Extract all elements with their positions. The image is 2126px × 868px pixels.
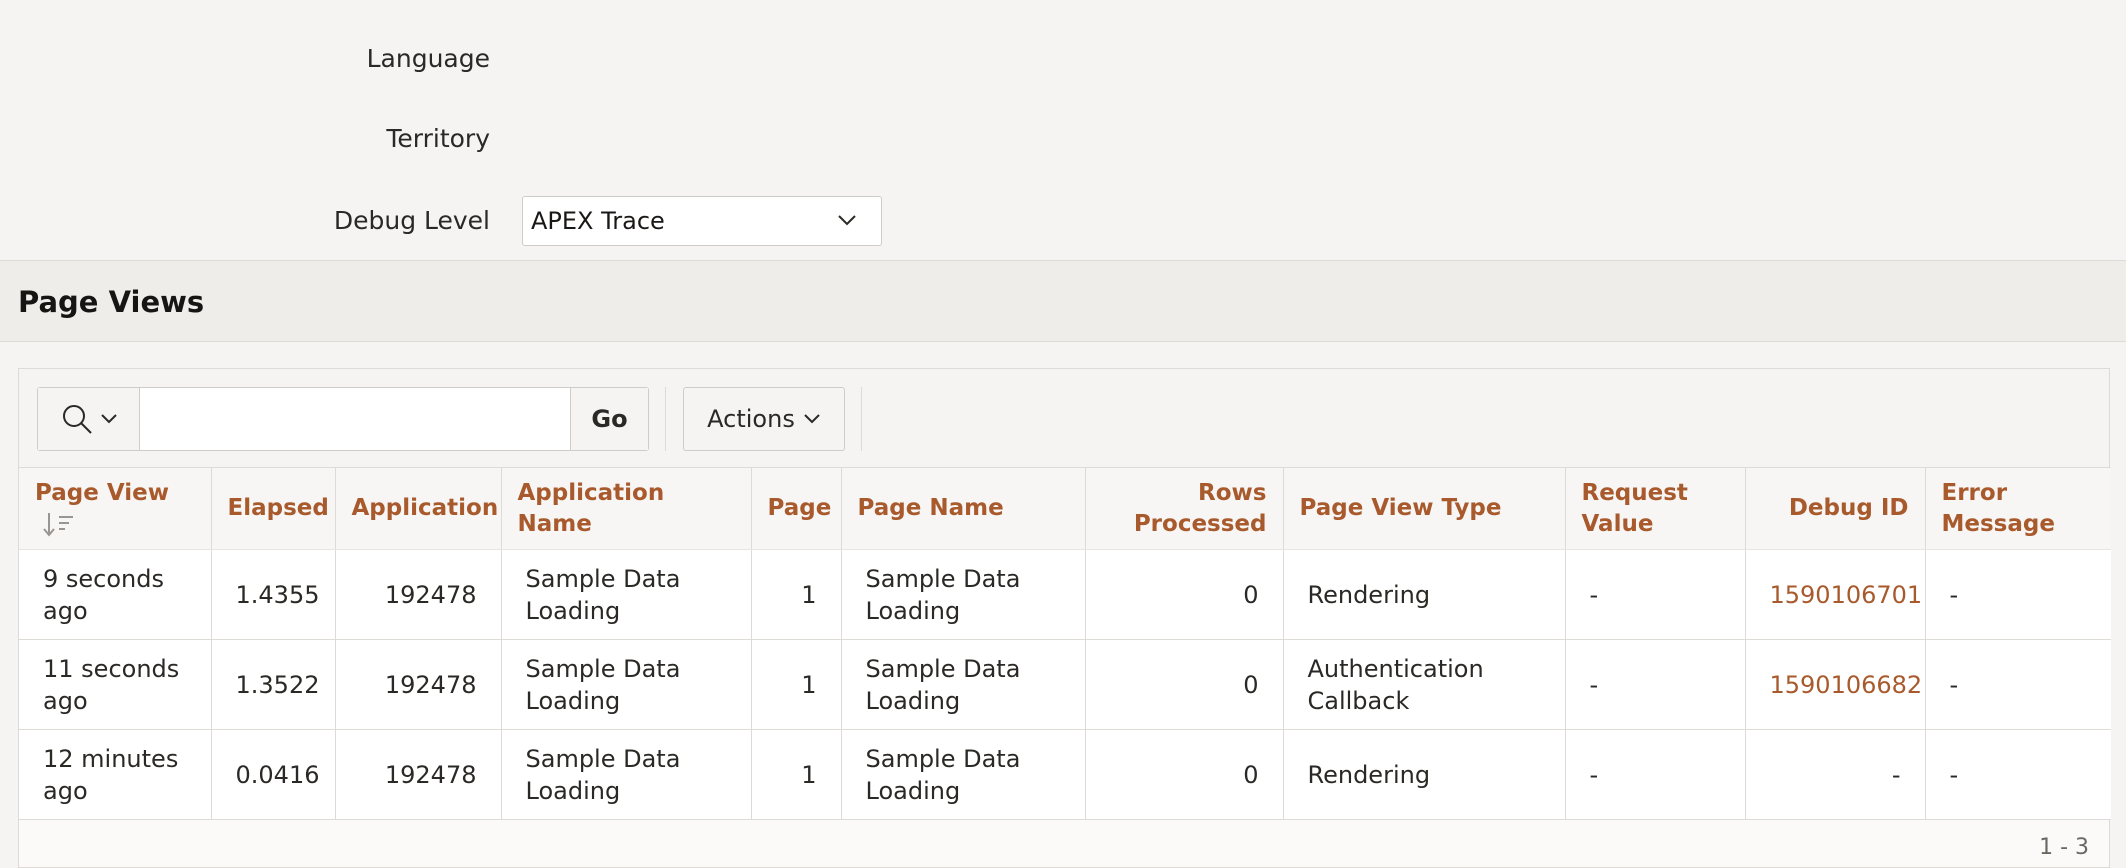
cell-application: 192478: [335, 549, 502, 640]
cell-debug-id: 1590106682: [1745, 639, 1926, 730]
column-header-page-view[interactable]: Page View: [19, 467, 212, 550]
sort-descending-icon[interactable]: [41, 510, 75, 538]
search-column-button[interactable]: [38, 388, 140, 450]
cell-rows-processed: 0: [1085, 639, 1284, 730]
cell-error-message: -: [1925, 729, 2111, 820]
go-button[interactable]: Go: [570, 388, 648, 450]
cell-page-view-type: Rendering: [1283, 729, 1566, 820]
page-views-table: Page View Elapsed Application Applicatio…: [19, 467, 2111, 820]
cell-page: 1: [751, 549, 842, 640]
cell-application: 192478: [335, 639, 502, 730]
cell-page-view: 9 seconds ago: [19, 549, 212, 640]
region-title: Page Views: [18, 285, 205, 319]
language-label: Language: [366, 44, 490, 73]
cell-page-view-type: Authentication Callback: [1283, 639, 1566, 730]
territory-label: Territory: [386, 124, 490, 153]
cell-rows-processed: 0: [1085, 549, 1284, 640]
search-bar: Go: [37, 387, 649, 451]
cell-error-message: -: [1925, 639, 2111, 730]
column-header-debug-id[interactable]: Debug ID: [1745, 467, 1926, 550]
region-header: Page Views: [0, 260, 2126, 342]
column-header-request-value[interactable]: Request Value: [1565, 467, 1746, 550]
cell-application-name: Sample Data Loading: [501, 549, 752, 640]
debug-id-link[interactable]: 1590106682: [1770, 671, 1923, 699]
cell-rows-processed: 0: [1085, 729, 1284, 820]
session-form: Language Territory Debug Level APEX Trac…: [0, 0, 2126, 260]
cell-page-view-type: Rendering: [1283, 549, 1566, 640]
debug-level-value: APEX Trace: [531, 207, 665, 235]
search-icon: [62, 405, 92, 434]
cell-page-name: Sample Data Loading: [841, 639, 1086, 730]
column-header-rows-processed[interactable]: Rows Processed: [1085, 467, 1284, 550]
cell-elapsed: 1.4355: [211, 549, 336, 640]
actions-button[interactable]: Actions: [683, 387, 845, 451]
pagination-range: 1 - 3: [2039, 835, 2089, 860]
cell-error-message: -: [1925, 549, 2111, 640]
cell-debug-id: 1590106701: [1745, 549, 1926, 640]
table-row: 11 seconds ago 1.3522 192478 Sample Data…: [19, 639, 2111, 730]
cell-request-value: -: [1565, 549, 1746, 640]
toolbar-divider: [861, 387, 862, 451]
cell-application: 192478: [335, 729, 502, 820]
cell-request-value: -: [1565, 639, 1746, 730]
cell-elapsed: 1.3522: [211, 639, 336, 730]
cell-page-view: 11 seconds ago: [19, 639, 212, 730]
cell-page: 1: [751, 639, 842, 730]
cell-page-view: 12 minutes ago: [19, 729, 212, 820]
cell-debug-id: -: [1745, 729, 1926, 820]
cell-application-name: Sample Data Loading: [501, 639, 752, 730]
column-header-application[interactable]: Application: [335, 467, 502, 550]
column-header-application-name[interactable]: Application Name: [501, 467, 752, 550]
cell-elapsed: 0.0416: [211, 729, 336, 820]
cell-page: 1: [751, 729, 842, 820]
column-header-elapsed[interactable]: Elapsed: [211, 467, 336, 550]
cell-application-name: Sample Data Loading: [501, 729, 752, 820]
chevron-down-icon: [804, 414, 820, 424]
cell-page-name: Sample Data Loading: [841, 549, 1086, 640]
chevron-down-icon: [838, 215, 856, 226]
debug-level-label: Debug Level: [333, 206, 490, 235]
column-header-error-message[interactable]: Error Message: [1925, 467, 2111, 550]
table-header-row: Page View Elapsed Application Applicatio…: [19, 467, 2111, 550]
toolbar-divider: [665, 387, 666, 451]
table-row: 9 seconds ago 1.4355 192478 Sample Data …: [19, 549, 2111, 640]
cell-page-name: Sample Data Loading: [841, 729, 1086, 820]
debug-id-link[interactable]: 1590106701: [1770, 581, 1923, 609]
search-input[interactable]: [140, 388, 570, 450]
cell-request-value: -: [1565, 729, 1746, 820]
column-header-page-view-type[interactable]: Page View Type: [1283, 467, 1566, 550]
actions-label: Actions: [707, 405, 795, 433]
chevron-down-icon: [100, 414, 117, 424]
table-row: 12 minutes ago 0.0416 192478 Sample Data…: [19, 729, 2111, 820]
report-toolbar: Go Actions: [19, 369, 2109, 469]
column-header-page[interactable]: Page: [751, 467, 842, 550]
column-header-page-name[interactable]: Page Name: [841, 467, 1086, 550]
debug-level-select[interactable]: APEX Trace: [522, 196, 882, 246]
interactive-report: Go Actions Page View Elapsed Application…: [18, 368, 2111, 868]
